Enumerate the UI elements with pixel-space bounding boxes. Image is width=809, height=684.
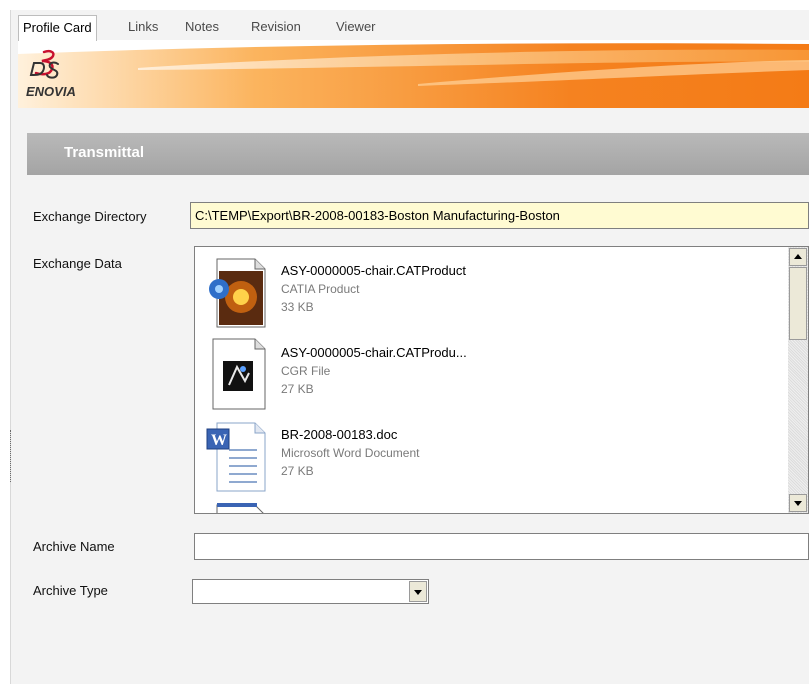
exchange-directory-field[interactable]: C:\TEMP\Export\BR-2008-00183-Boston Manu…	[190, 202, 809, 229]
file-type: CGR File	[281, 364, 331, 378]
exchange-data-list[interactable]: ASY-0000005-chair.CATProduct CATIA Produ…	[194, 246, 809, 514]
catia-product-icon	[205, 251, 269, 331]
word-document-icon: W	[205, 415, 269, 495]
cgr-file-icon	[205, 333, 269, 413]
section-title: Transmittal	[64, 144, 145, 161]
file-name: ASY-0000005-chair.CATProdu...	[281, 345, 467, 360]
panel-splitter[interactable]	[10, 430, 12, 482]
file-type: CATIA Product	[281, 282, 360, 296]
list-item[interactable]: ASY-0000005-chair.CATProduct CATIA Produ…	[205, 251, 775, 331]
scroll-up-button[interactable]	[789, 248, 807, 266]
banner-swoosh	[18, 40, 809, 108]
brand-banner: ENOVIA	[18, 40, 809, 108]
archive-type-select[interactable]	[192, 579, 429, 604]
file-type: Microsoft Word Document	[281, 446, 420, 460]
3ds-logo-icon: ENOVIA	[26, 49, 76, 99]
arrow-up-icon	[794, 254, 802, 259]
file-size: 27 KB	[281, 382, 314, 396]
archive-name-label: Archive Name	[33, 539, 115, 554]
file-name: BR-2008-00183.doc	[281, 427, 398, 442]
arrow-down-icon	[794, 501, 802, 506]
section-header: Transmittal	[27, 133, 809, 175]
tab-notes[interactable]: Notes	[185, 15, 219, 39]
file-size: 33 KB	[281, 300, 314, 314]
file-name: ASY-0000005-chair.CATProduct	[281, 263, 466, 278]
archive-type-dropdown-button[interactable]	[409, 581, 427, 602]
archive-type-label: Archive Type	[33, 583, 108, 598]
file-size: 27 KB	[281, 464, 314, 478]
enovia-logo: ENOVIA	[22, 46, 122, 107]
exchange-data-scrollbar[interactable]	[788, 247, 808, 513]
scroll-thumb[interactable]	[789, 267, 807, 340]
list-item[interactable]: ASY-0000005-chair.CATProdu... CGR File 2…	[205, 333, 775, 413]
scroll-down-button[interactable]	[789, 494, 807, 512]
list-item[interactable]	[205, 497, 775, 513]
chevron-down-icon	[414, 590, 422, 595]
tab-viewer[interactable]: Viewer	[336, 15, 376, 39]
tab-revision[interactable]: Revision	[251, 15, 301, 39]
file-icon	[205, 497, 269, 513]
exchange-data-label: Exchange Data	[33, 256, 122, 271]
exchange-directory-value: C:\TEMP\Export\BR-2008-00183-Boston Manu…	[195, 208, 560, 223]
svg-text:W: W	[211, 432, 227, 449]
enovia-logo-text: ENOVIA	[26, 84, 76, 99]
archive-name-input[interactable]	[194, 533, 809, 560]
tab-profile-card[interactable]: Profile Card	[18, 15, 97, 41]
exchange-directory-label: Exchange Directory	[33, 209, 147, 224]
list-item[interactable]: W BR-2008-00183.doc Microsoft Word Docum…	[205, 415, 775, 495]
tab-links[interactable]: Links	[128, 15, 158, 39]
